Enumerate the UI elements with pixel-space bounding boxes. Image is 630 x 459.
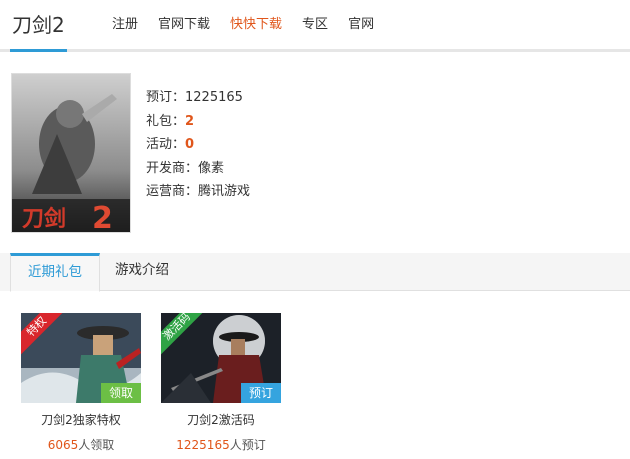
header: 刀剑2 注册 官网下载 快快下载 专区 官网: [0, 0, 630, 52]
claim-button[interactable]: 领取: [101, 383, 141, 403]
nav-official-site-link[interactable]: 官网: [348, 15, 374, 35]
top-nav: 注册 官网下载 快快下载 专区 官网: [112, 15, 394, 35]
preorder-row: 预订：1225165: [146, 86, 250, 110]
event-count: 0: [185, 137, 195, 152]
developer-value: 像素: [198, 160, 225, 176]
developer-row: 开发商：像素: [146, 157, 250, 181]
gift-name[interactable]: 刀剑2激活码: [161, 411, 281, 428]
game-info: 预订：1225165 礼包：2 活动：0 开发商：像素 运营商：腾讯游戏: [146, 86, 250, 204]
gift-row: 礼包：2: [146, 110, 250, 134]
tab-bar: 近期礼包 游戏介绍: [10, 253, 630, 292]
gift-name[interactable]: 刀剑2独家特权: [21, 411, 141, 428]
gift-claim-count: 6065人领取: [21, 436, 141, 453]
preorder-label: 预订：: [146, 90, 186, 105]
preorder-value: 1225165: [185, 90, 243, 105]
publisher-label: 运营商：: [146, 184, 199, 199]
developer-label: 开发商：: [146, 160, 199, 176]
publisher-row: 运营商：腾讯游戏: [146, 180, 250, 204]
nav-zone-link[interactable]: 专区: [302, 15, 328, 35]
preorder-button[interactable]: 预订: [241, 383, 281, 403]
gift-count-suffix: 人领取: [78, 438, 115, 452]
gift-count: 2: [185, 113, 195, 129]
game-title: 刀剑2: [12, 13, 65, 37]
nav-official-download-link[interactable]: 官网下载: [158, 15, 210, 35]
gift-count-suffix: 人预订: [229, 438, 266, 452]
publisher-value: 腾讯游戏: [198, 184, 251, 199]
gift-count-number: 1225165: [176, 438, 230, 452]
gift-thumbnail[interactable]: 特权 领取: [21, 313, 141, 403]
gift-label: 礼包：: [146, 113, 186, 129]
gift-card[interactable]: 激活码 预订 刀剑2激活码 1225165人预订: [161, 313, 281, 453]
nav-kuaikuai-download-link[interactable]: 快快下载: [230, 15, 282, 35]
svg-text:刀剑: 刀剑: [22, 206, 66, 232]
tab-game-intro[interactable]: 游戏介绍: [102, 253, 182, 291]
event-label: 活动：: [146, 137, 186, 152]
gift-thumbnail[interactable]: 激活码 预订: [161, 313, 281, 403]
gift-count-number: 6065: [47, 438, 79, 452]
event-row: 活动：0: [146, 133, 250, 157]
game-cover-image[interactable]: 刀剑 2: [11, 73, 131, 233]
svg-text:2: 2: [92, 201, 113, 233]
gift-preorder-count: 1225165人预订: [161, 436, 281, 453]
tab-recent-gifts[interactable]: 近期礼包: [10, 253, 100, 292]
game-title-tab[interactable]: 刀剑2: [10, 0, 67, 52]
nav-register-link[interactable]: 注册: [112, 15, 138, 35]
gift-card[interactable]: 特权 领取 刀剑2独家特权 6065人领取: [21, 313, 141, 453]
